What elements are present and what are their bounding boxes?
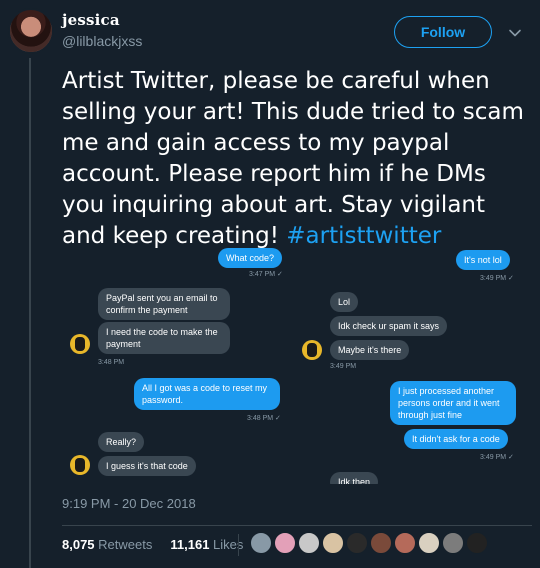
liker-avatar[interactable] — [418, 532, 440, 554]
chat-bubble: Maybe it's there — [330, 340, 410, 360]
chat-timestamp: 3:49 PM ✓ — [480, 275, 514, 282]
retweets-label: Retweets — [98, 537, 153, 552]
avatar[interactable] — [8, 8, 54, 54]
liker-avatar[interactable] — [250, 532, 272, 554]
hashtag-link[interactable]: #artisttwitter — [286, 223, 441, 249]
retweets-stat[interactable]: 8,075 Retweets — [62, 537, 152, 552]
tweet-body: Artist Twitter, please be careful when s… — [62, 68, 524, 249]
liker-avatar[interactable] — [346, 532, 368, 554]
liker-avatar[interactable] — [466, 532, 488, 554]
chat-bubble: PayPal sent you an email to confirm the … — [98, 288, 230, 320]
chat-bubble: Lol — [330, 292, 359, 312]
chat-bubble: Really? — [98, 432, 145, 452]
liker-avatar[interactable] — [274, 532, 296, 554]
follow-button[interactable]: Follow — [394, 16, 492, 48]
chat-bubble: It's not lol — [456, 250, 510, 270]
retweets-count: 8,075 — [62, 537, 95, 552]
likes-count: 11,161 — [170, 537, 210, 552]
user-name[interactable]: jessica — [62, 11, 120, 29]
tweet-timestamp[interactable]: 9:19 PM - 20 Dec 2018 — [62, 496, 196, 511]
chat-bubble: I need the code to make the payment — [98, 322, 230, 354]
liker-avatar[interactable] — [322, 532, 344, 554]
chat-timestamp: 3:49 PM — [330, 363, 357, 370]
liker-avatar[interactable] — [394, 532, 416, 554]
thread-line — [29, 58, 31, 568]
contact-avatar — [70, 455, 90, 475]
liker-avatar[interactable] — [442, 532, 464, 554]
chat-bubble: It didn't ask for a code — [404, 429, 508, 449]
chat-screenshot-left: What code? 3:47 PM ✓ PayPal sent you an … — [62, 248, 288, 484]
chat-bubble: Idk check ur spam it says — [330, 316, 448, 336]
chat-timestamp: 3:48 PM — [98, 359, 125, 366]
tweet-media[interactable]: What code? 3:47 PM ✓ PayPal sent you an … — [62, 248, 524, 484]
stats-separator — [238, 534, 239, 556]
chat-bubble: All I got was a code to reset my passwor… — [134, 378, 280, 410]
divider — [62, 525, 532, 526]
chat-bubble: Idk then — [330, 472, 379, 484]
contact-avatar — [70, 334, 90, 354]
liker-avatar[interactable] — [298, 532, 320, 554]
user-handle[interactable]: @lilblackjxss — [62, 33, 142, 49]
chat-timestamp: 3:49 PM ✓ — [480, 454, 514, 461]
tweet-text: Artist Twitter, please be careful when s… — [62, 66, 532, 252]
chat-bubble: I just processed another persons order a… — [390, 381, 516, 425]
engagement-stats: 8,075 Retweets 11,161 Likes — [62, 537, 243, 552]
liker-avatar[interactable] — [370, 532, 392, 554]
chat-timestamp: 3:47 PM ✓ — [249, 271, 283, 278]
chat-bubble: I guess it's that code — [98, 456, 196, 476]
contact-avatar — [302, 340, 322, 360]
chat-screenshot-right: It's not lol 3:49 PM ✓ Lol Idk check ur … — [298, 248, 524, 484]
chat-bubble: What code? — [218, 248, 283, 268]
chevron-down-icon[interactable] — [504, 22, 526, 44]
likes-stat[interactable]: 11,161 Likes — [170, 537, 243, 552]
chat-timestamp: 3:48 PM ✓ — [247, 415, 281, 422]
liker-avatars — [250, 532, 488, 554]
